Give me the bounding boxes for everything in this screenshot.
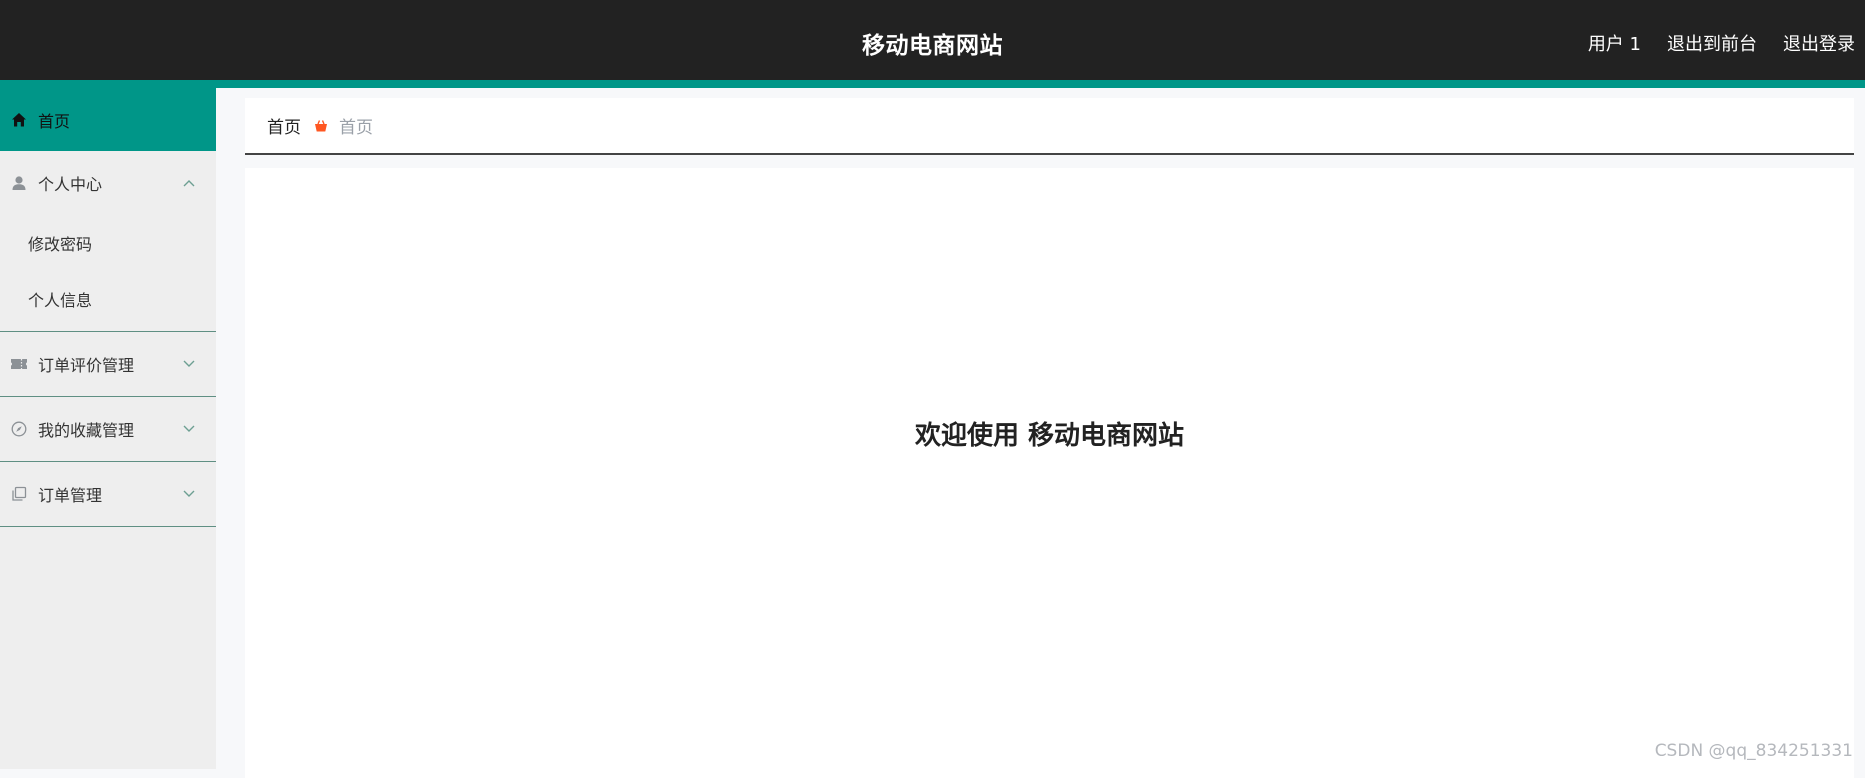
breadcrumb-root-link[interactable]: 首页 (267, 113, 301, 138)
menu-group-my-favorites: 我的收藏管理 (0, 397, 216, 462)
chevron-up-icon (182, 176, 196, 190)
user-icon (10, 174, 28, 192)
sidebar-item-home[interactable]: 首页 (0, 88, 216, 151)
ticket-icon (10, 355, 28, 373)
exit-to-front-link[interactable]: 退出到前台 (1667, 30, 1757, 56)
sidebar-item-order-management[interactable]: 订单管理 (0, 462, 216, 526)
current-user-link[interactable]: 用户 1 (1588, 30, 1641, 56)
breadcrumb-current: 首页 (339, 113, 373, 138)
compass-icon (10, 420, 28, 438)
personal-center-submenu: 修改密码 个人信息 (0, 215, 216, 331)
main-area: 首页 首页 欢迎使用 移动电商网站 (245, 98, 1854, 155)
sidebar-item-my-favorites-label: 我的收藏管理 (38, 417, 182, 441)
site-title: 移动电商网站 (0, 26, 1865, 60)
sidebar-item-personal-center-label: 个人中心 (38, 171, 182, 195)
submenu-item-personal-info[interactable]: 个人信息 (0, 271, 216, 327)
chevron-down-icon (182, 357, 196, 371)
top-links: 用户 1 退出到前台 退出登录 (1588, 30, 1855, 56)
sidebar-item-my-favorites[interactable]: 我的收藏管理 (0, 397, 216, 461)
sidebar-item-order-review[interactable]: 订单评价管理 (0, 332, 216, 396)
submenu-item-change-password[interactable]: 修改密码 (0, 215, 216, 271)
top-header: 移动电商网站 用户 1 退出到前台 退出登录 (0, 0, 1865, 88)
copy-icon (10, 485, 28, 503)
logout-link[interactable]: 退出登录 (1783, 30, 1855, 56)
welcome-message: 欢迎使用 移动电商网站 (245, 415, 1854, 452)
menu-group-order-management: 订单管理 (0, 462, 216, 527)
sidebar-item-personal-center[interactable]: 个人中心 (0, 151, 216, 215)
breadcrumb: 首页 首页 (245, 98, 1854, 155)
chevron-down-icon (182, 422, 196, 436)
sidebar-item-order-review-label: 订单评价管理 (38, 352, 182, 376)
chevron-down-icon (182, 487, 196, 501)
sidebar-item-order-management-label: 订单管理 (38, 482, 182, 506)
sidebar-item-home-label: 首页 (38, 108, 70, 132)
menu-group-personal-center: 个人中心 修改密码 个人信息 (0, 151, 216, 332)
sidebar: 首页 个人中心 修改密码 个人信息 (0, 88, 216, 769)
content-panel: 欢迎使用 移动电商网站 (245, 168, 1854, 778)
watermark: CSDN @qq_834251331 (1655, 741, 1853, 761)
basket-icon (313, 118, 329, 134)
menu-group-order-review: 订单评价管理 (0, 332, 216, 397)
home-icon (10, 111, 28, 129)
